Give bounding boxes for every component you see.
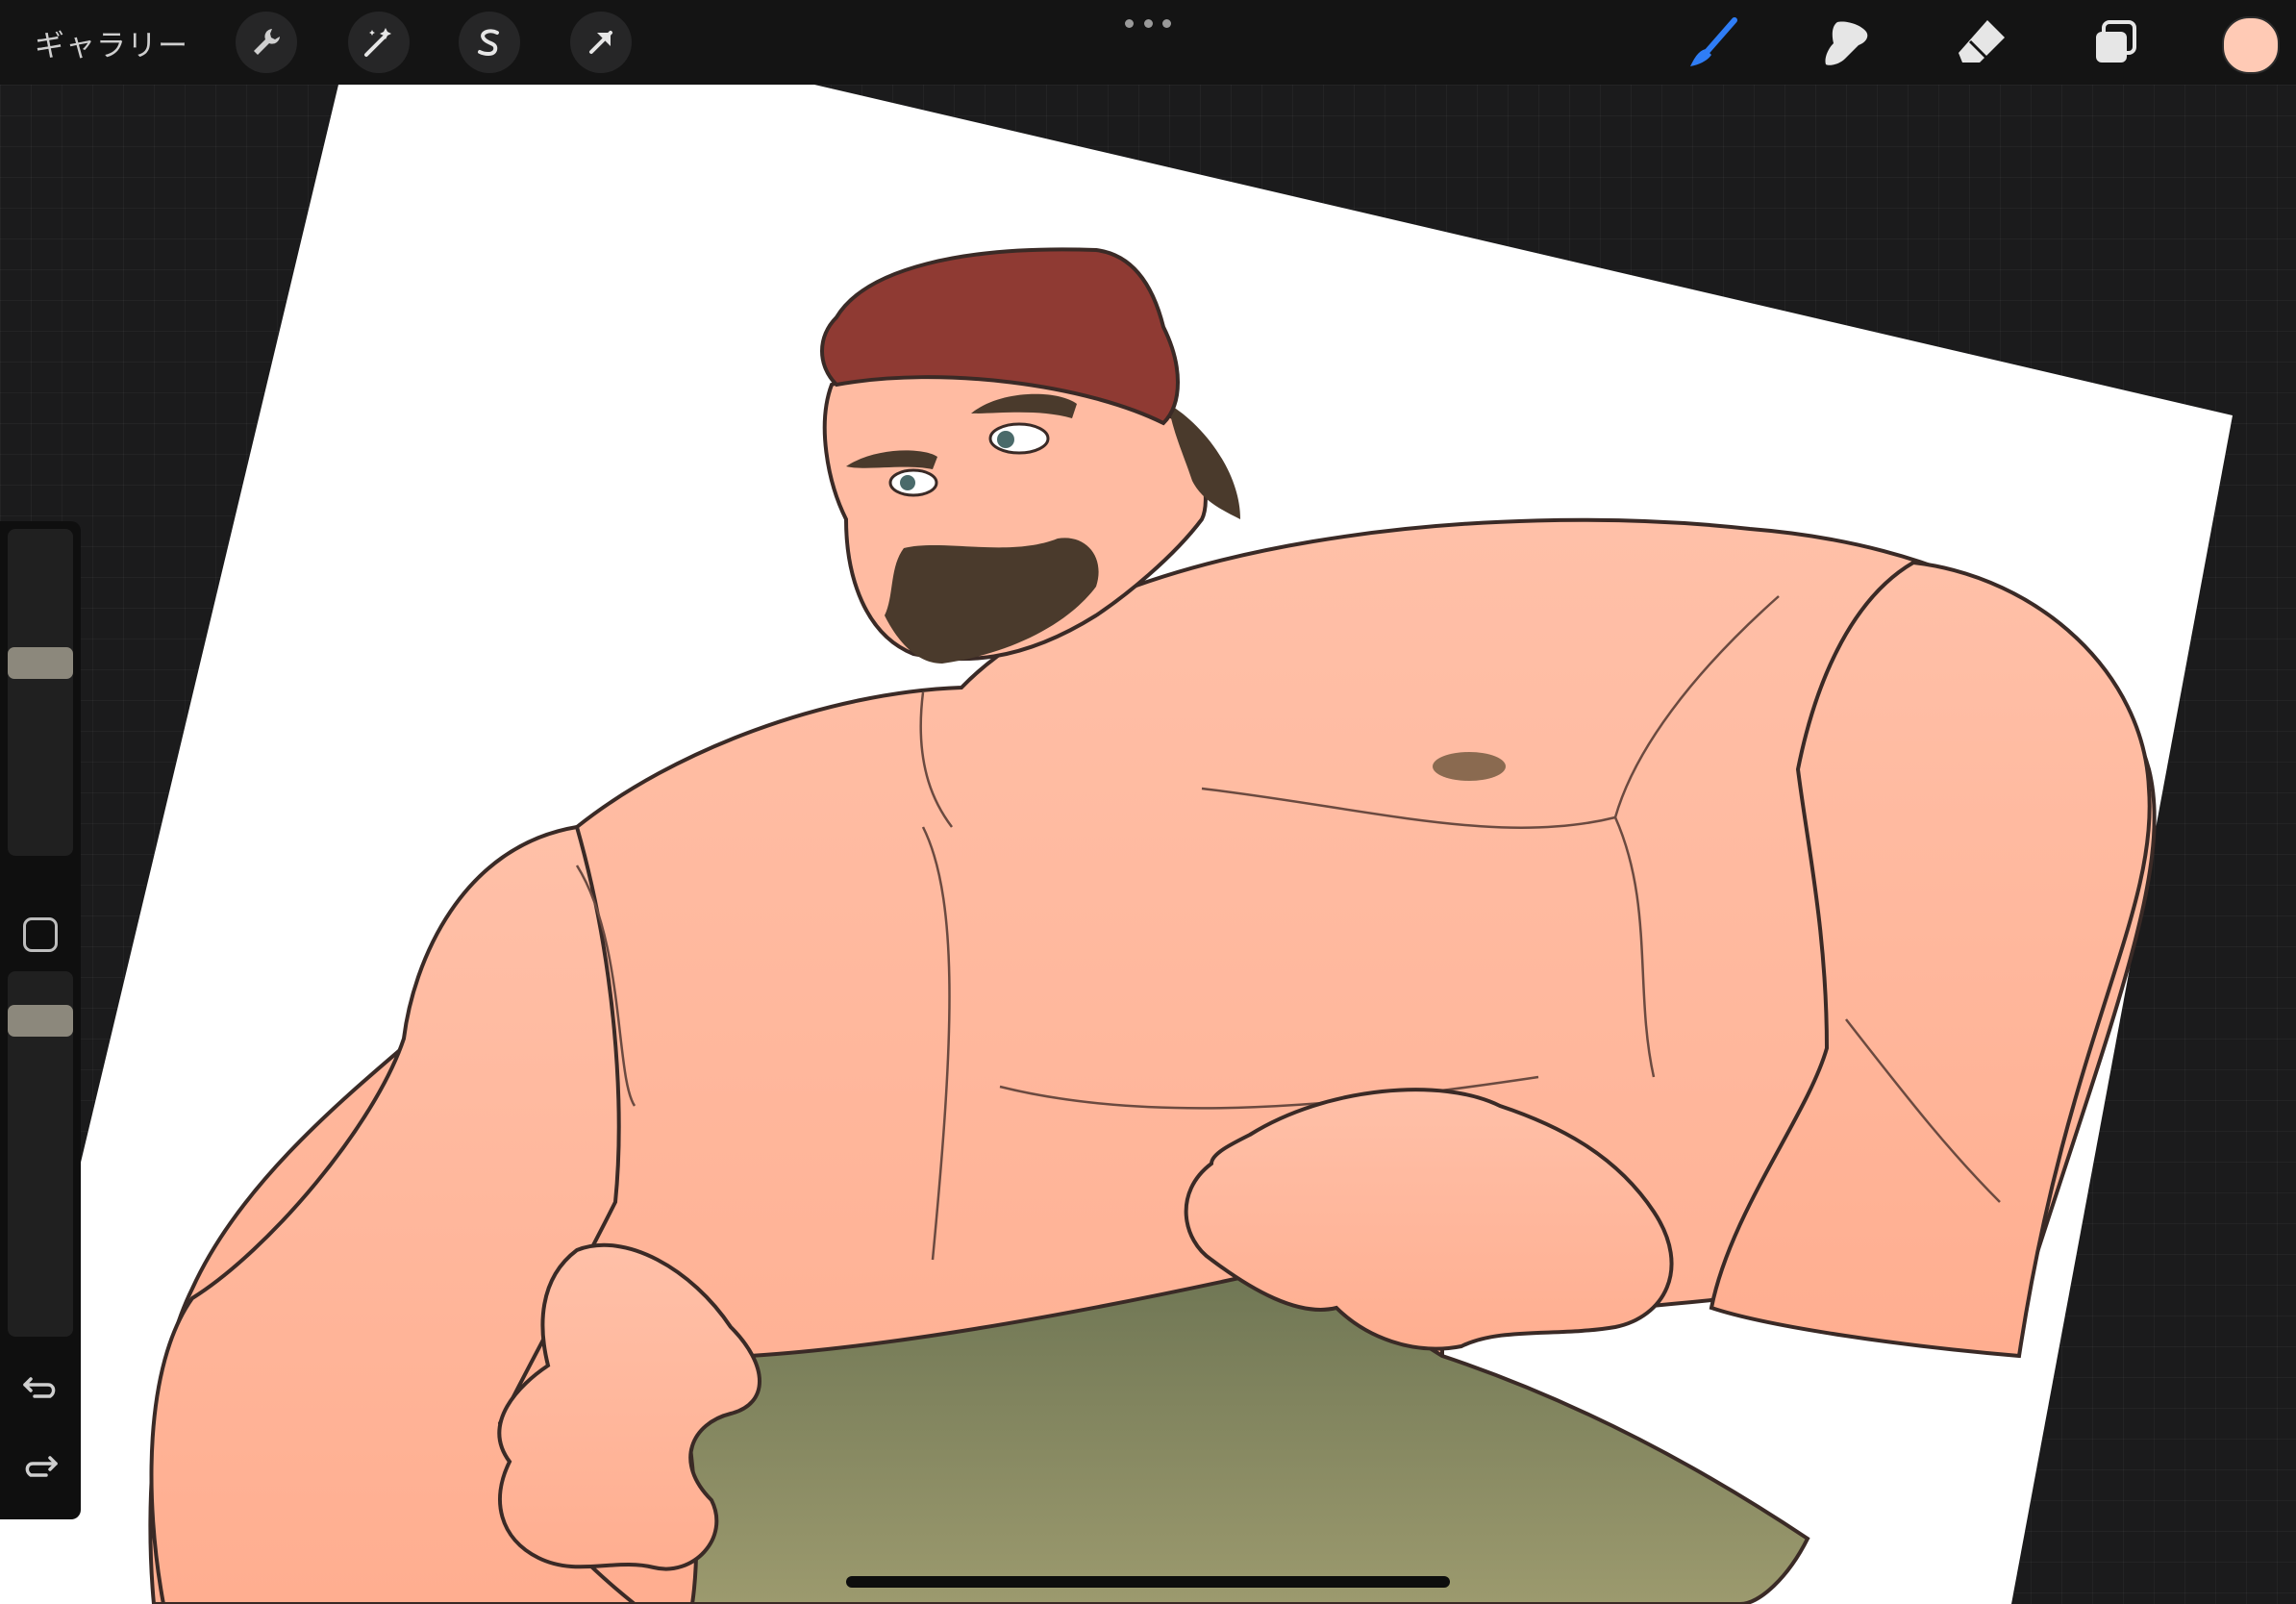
selection-s-icon — [478, 29, 499, 56]
smudge-finger-icon — [1825, 21, 1868, 65]
color-swatch[interactable] — [2222, 16, 2280, 74]
brush-icon — [1690, 17, 1737, 66]
brush-size-slider[interactable] — [8, 529, 73, 856]
transform-button[interactable] — [570, 12, 632, 73]
layers-icon — [2096, 20, 2136, 63]
square-modify-icon[interactable] — [23, 917, 58, 952]
pupil-left — [900, 475, 915, 490]
home-indicator — [846, 1576, 1450, 1588]
smudge-tool-button[interactable] — [1817, 13, 1877, 73]
brush-size-thumb[interactable] — [8, 646, 73, 679]
eraser-icon — [1959, 20, 2005, 63]
adjustments-button[interactable] — [348, 12, 410, 73]
wrench-icon — [254, 29, 280, 55]
gallery-button[interactable]: ギャラリー — [35, 21, 188, 64]
nipple — [1433, 752, 1506, 781]
magic-wand-icon — [364, 28, 391, 57]
layers-button[interactable] — [2085, 13, 2145, 73]
redo-icon — [25, 1456, 58, 1477]
undo-button[interactable] — [19, 1366, 62, 1408]
opacity-thumb[interactable] — [8, 1004, 73, 1037]
left-sidebar — [0, 521, 81, 1519]
selection-button[interactable] — [459, 12, 520, 73]
redo-button[interactable] — [19, 1444, 62, 1487]
top-toolbar: ギャラリー — [0, 0, 2296, 85]
canvas-artwork[interactable] — [0, 0, 2296, 1604]
eraser-tool-button[interactable] — [1952, 13, 2011, 73]
pupil-right — [997, 431, 1014, 448]
brush-tool-button[interactable] — [1684, 13, 1743, 73]
undo-icon — [23, 1377, 56, 1398]
arrow-cursor-icon — [589, 31, 612, 54]
more-dots-icon[interactable] — [1125, 13, 1171, 33]
actions-button[interactable] — [236, 12, 297, 73]
